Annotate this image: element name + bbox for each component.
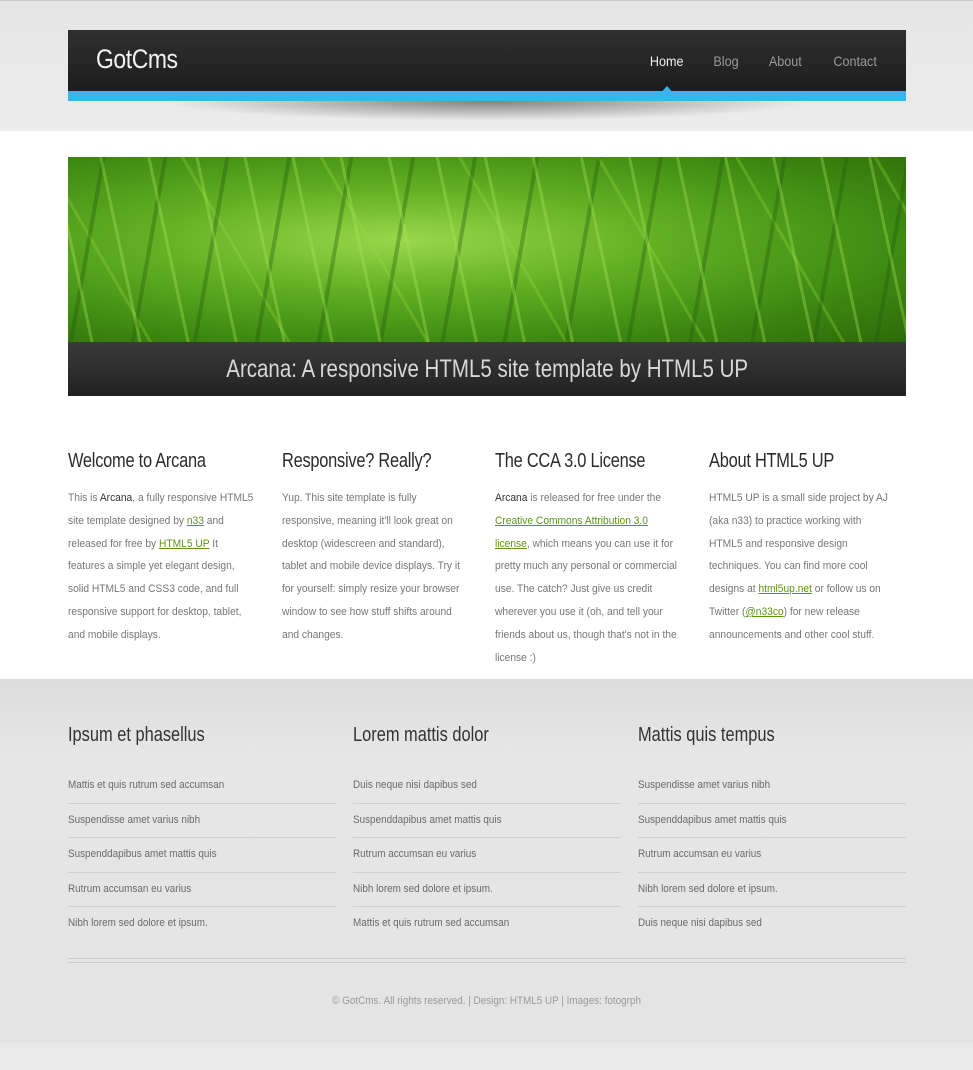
site-logo[interactable]: GotCms (96, 44, 178, 75)
footer-link-item[interactable]: Suspendisse amet varius nibh (638, 769, 906, 804)
nav-contact[interactable]: Contact (833, 30, 876, 91)
column-text: Yup. This site template is fully respons… (282, 492, 460, 641)
footer-divider (68, 958, 906, 963)
footer-link-label: Suspenddapibus amet mattis quis (353, 813, 502, 826)
footer-link-label: Rutrum accumsan eu varius (68, 882, 192, 895)
bottom-band (0, 1043, 973, 1070)
footer-link-item[interactable]: Rutrum accumsan eu varius (638, 838, 906, 873)
banner-caption: Arcana: A responsive HTML5 site template… (68, 342, 906, 396)
footer-link-label: Nibh lorem sed dolore et ipsum. (68, 917, 208, 929)
inline-link[interactable]: Creative Commons Attribution 3.0 license (495, 515, 648, 550)
footer-link-label: Duis neque nisi dapibus sed (638, 917, 762, 929)
footer-link-item[interactable]: Nibh lorem sed dolore et ipsum. (68, 907, 336, 941)
footer-link-label: Suspendisse amet varius nibh (638, 779, 771, 791)
footer-column-title: Lorem mattis dolor (353, 724, 489, 746)
footer-link-item[interactable]: Suspenddapibus amet mattis quis (638, 804, 906, 838)
footer-link-item[interactable]: Suspendisse amet varius nibh (68, 804, 336, 838)
intro-column: Responsive? Really? Yup. This site templ… (282, 450, 468, 647)
nav-about[interactable]: About (769, 30, 802, 91)
footer-link-list: Mattis et quis rutrum sed accumsan Suspen… (68, 769, 336, 941)
bold-text: Arcana (99, 492, 133, 504)
footer-link-list: Suspendisse amet varius nibh Suspenddapib… (638, 769, 906, 941)
footer-link-item[interactable]: Rutrum accumsan eu varius (68, 873, 336, 907)
footer-link-item[interactable]: Mattis et quis rutrum sed accumsan (68, 769, 336, 804)
footer-link-label: Duis neque nisi dapibus sed (353, 779, 477, 791)
footer-link-label: Suspendisse amet varius nibh (68, 813, 201, 826)
banner-caption-text: Arcana: A responsive HTML5 site template… (226, 355, 748, 383)
footer-link-list: Duis neque nisi dapibus sed Suspenddapibu… (353, 769, 621, 941)
footer-link-column: Lorem mattis dolor Duis neque nisi dapib… (353, 724, 621, 941)
intro-column: About HTML5 UP HTML5 UP is a small side … (709, 450, 895, 647)
footer-link-item[interactable]: Duis neque nisi dapibus sed (353, 769, 621, 804)
footer-link-label: Nibh lorem sed dolore et ipsum. (353, 882, 493, 895)
inline-link[interactable]: @n33co (745, 606, 783, 618)
footer-link-label: Suspenddapibus amet mattis quis (638, 813, 787, 826)
footer-link-item[interactable]: Nibh lorem sed dolore et ipsum. (353, 873, 621, 907)
nav-blog[interactable]: Blog (714, 30, 739, 91)
footer-link-item[interactable]: Mattis et quis rutrum sed accumsan (353, 907, 621, 941)
copyright: © GotCms. All rights reserved. | Design:… (0, 995, 973, 1007)
intro-column: The CCA 3.0 License Arcana is released f… (495, 450, 681, 669)
footer-link-column: Ipsum et phasellus Mattis et quis rutrum… (68, 724, 336, 941)
header-shadow (160, 101, 813, 121)
inline-link[interactable]: n33 (187, 515, 204, 527)
column-title: About HTML5 UP (709, 450, 835, 472)
footer-link-label: Nibh lorem sed dolore et ipsum. (638, 882, 778, 895)
column-title: Welcome to Arcana (68, 450, 206, 472)
footer-link-label: Suspenddapibus amet mattis quis (68, 848, 217, 860)
footer-link-label: Mattis et quis rutrum sed accumsan (353, 917, 510, 929)
footer-link-label: Rutrum accumsan eu varius (638, 848, 762, 860)
nav-home[interactable]: Home (650, 30, 683, 92)
footer-link-item[interactable]: Suspenddapibus amet mattis quis (353, 804, 621, 838)
footer-link-column: Mattis quis tempus Suspendisse amet vari… (638, 724, 906, 941)
footer-link-item[interactable]: Rutrum accumsan eu varius (353, 838, 621, 873)
copyright-text: © GotCms. All rights reserved. | Design:… (332, 995, 641, 1007)
bold-text: Arcana (495, 492, 528, 504)
column-text: This is Arcana, a fully responsive HTML5… (68, 492, 254, 641)
footer-link-item[interactable]: Duis neque nisi dapibus sed (638, 907, 906, 941)
column-title: The CCA 3.0 License (495, 450, 646, 472)
footer-column-title: Ipsum et phasellus (68, 724, 205, 746)
inline-link[interactable]: HTML5 UP (159, 538, 209, 550)
footer-link-item[interactable]: Suspenddapibus amet mattis quis (68, 838, 336, 873)
column-text: Arcana is released for free under the Cr… (495, 492, 677, 664)
column-text: HTML5 UP is a small side project by AJ (… (709, 492, 888, 641)
footer-link-item[interactable]: Nibh lorem sed dolore et ipsum. (638, 873, 906, 907)
footer-column-title: Mattis quis tempus (638, 724, 775, 746)
inline-link[interactable]: html5up.net (758, 583, 811, 595)
main-nav: Home Blog About Contact (648, 30, 906, 92)
intro-column: Welcome to Arcana This is Arcana, a full… (68, 450, 254, 647)
banner-image (68, 157, 906, 342)
site-header: GotCms Home Blog About Contact (68, 30, 906, 92)
header-accent-stripe (68, 91, 906, 101)
footer-link-label: Rutrum accumsan eu varius (353, 848, 477, 860)
footer-link-label: Mattis et quis rutrum sed accumsan (68, 779, 225, 791)
column-title: Responsive? Really? (282, 450, 432, 472)
